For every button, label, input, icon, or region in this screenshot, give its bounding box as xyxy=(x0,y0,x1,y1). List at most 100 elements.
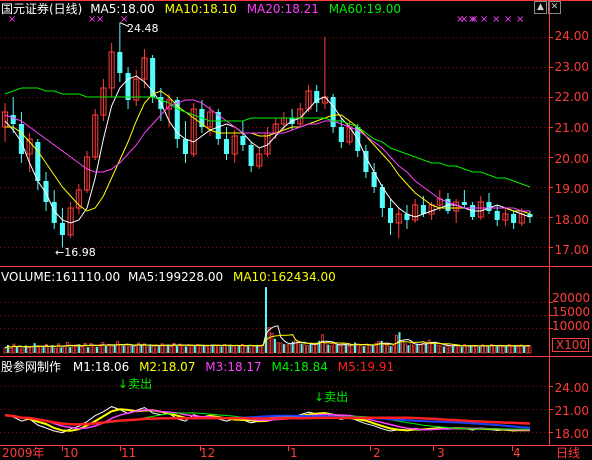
volume-bar xyxy=(125,343,129,354)
indicator-name: 股参网制作 xyxy=(1,360,62,374)
volume-bar xyxy=(380,340,383,353)
volume-bar xyxy=(434,343,437,353)
volume-bar xyxy=(389,346,392,353)
volume-bar xyxy=(460,346,463,353)
volume-bar xyxy=(151,345,155,354)
volume-bar xyxy=(74,345,78,354)
period-label: 日线 xyxy=(556,446,581,460)
volume-bar xyxy=(9,348,13,354)
volume-bar xyxy=(442,346,445,353)
volume-bar xyxy=(107,343,111,354)
volume-bar xyxy=(425,343,428,353)
chart-canvas[interactable]: × × × × × ×× × × × × × xyxy=(0,0,592,460)
volume-bar xyxy=(30,346,34,354)
signal-marker: × xyxy=(492,14,500,25)
volume-bar xyxy=(48,346,51,354)
volume-bar xyxy=(300,343,303,353)
signal-marker: × xyxy=(480,14,488,25)
volume-bar xyxy=(252,346,256,354)
volume-bar xyxy=(454,344,458,354)
volume-bar xyxy=(36,347,40,354)
volume-bar xyxy=(181,344,185,354)
signal-marker: × xyxy=(456,14,464,25)
volume-bar xyxy=(158,346,161,353)
volume-bar xyxy=(487,346,490,353)
volume-bar xyxy=(202,344,205,353)
volume-bar xyxy=(190,345,194,354)
price-tick: 24.00 xyxy=(554,29,589,43)
volume-bar xyxy=(65,341,69,354)
volume-bar xyxy=(409,342,413,354)
volume-bar xyxy=(395,334,398,354)
stock-title: 国元证券(日线) xyxy=(1,2,83,16)
indicator-m1-label: M1:18.06 xyxy=(72,360,130,374)
price-tick: 17.00 xyxy=(554,243,589,257)
volume-bar xyxy=(223,344,226,354)
indicator-legend: 股参网制作 M1:18.06 M2:18.07 M3:18.17 M4:18.8… xyxy=(1,360,394,374)
volume-bar xyxy=(154,344,158,354)
volume-bar xyxy=(359,344,363,354)
volume-bar xyxy=(122,345,125,353)
volume-bar xyxy=(116,341,120,354)
volume-bar xyxy=(229,344,232,353)
ma60-label: MA60:19.00 xyxy=(328,2,401,16)
volume-ma5-label: MA5:199228.00 xyxy=(128,270,224,284)
volume-bar xyxy=(110,346,114,354)
volume-bar xyxy=(345,345,348,353)
volume-bar xyxy=(383,343,387,354)
volume-bar xyxy=(288,343,292,354)
x-axis-label: 10 xyxy=(63,446,79,460)
volume-bar xyxy=(466,345,470,354)
volume-bar xyxy=(80,346,84,354)
price-tick: 19.00 xyxy=(554,182,589,196)
volume-bar xyxy=(412,345,416,354)
volume-tick: 10000 xyxy=(552,319,591,333)
price-tick: 20.00 xyxy=(554,152,589,166)
volume-bar xyxy=(140,345,143,353)
volume-bar xyxy=(523,346,526,353)
volume-bar xyxy=(145,346,149,354)
volume-bar xyxy=(510,345,514,354)
volume-bar xyxy=(119,344,123,354)
volume-bar xyxy=(528,345,532,354)
volume-bar xyxy=(27,347,31,354)
volume-bar xyxy=(87,347,90,353)
indicator-m4-label: M4:18.84 xyxy=(271,360,328,374)
volume-bar xyxy=(71,344,75,354)
candle-body-down xyxy=(388,208,394,223)
volume-bar xyxy=(336,344,339,353)
volume-bar xyxy=(525,344,529,354)
candle-body-down xyxy=(240,136,246,145)
volume-bar xyxy=(282,344,285,353)
volume-bar xyxy=(516,346,520,354)
volume-bar xyxy=(101,342,105,354)
volume-bar xyxy=(3,347,7,354)
volume-bar xyxy=(493,345,496,354)
candle-body-down xyxy=(338,127,344,142)
volume-bar xyxy=(404,343,407,354)
candle-body-down xyxy=(117,52,123,73)
volume-bar xyxy=(329,345,333,354)
close-icon[interactable]: ✕ xyxy=(548,1,561,14)
volume-bar xyxy=(350,343,354,354)
indicator-m2-label: M2:18.07 xyxy=(139,360,196,374)
price-tick: 21.00 xyxy=(554,121,589,135)
volume-bar xyxy=(306,345,309,354)
indicator-tick: 24.00 xyxy=(554,381,589,395)
candle-body-down xyxy=(43,181,49,202)
x-axis-label: 11 xyxy=(121,446,137,460)
volume-bar xyxy=(69,347,72,353)
x-axis-label: 4 xyxy=(513,446,521,460)
volume-bar xyxy=(226,345,229,354)
volume-bar xyxy=(21,348,25,354)
volume-bar xyxy=(104,345,107,353)
price-tick: 23.00 xyxy=(554,60,589,74)
volume-bar xyxy=(478,346,481,353)
candle-body-down xyxy=(125,73,131,100)
volume-bar xyxy=(501,346,505,354)
volume-bar xyxy=(315,343,318,354)
stock-chart-window: × × × × × × × × × × × × 国元证券(日线) MA5:18.00 MA10:18.… xyxy=(0,0,592,460)
scroll-up-button[interactable]: ▲ xyxy=(534,1,547,14)
ma5-label: MA5:18.00 xyxy=(90,2,155,16)
volume-bar xyxy=(368,344,372,354)
